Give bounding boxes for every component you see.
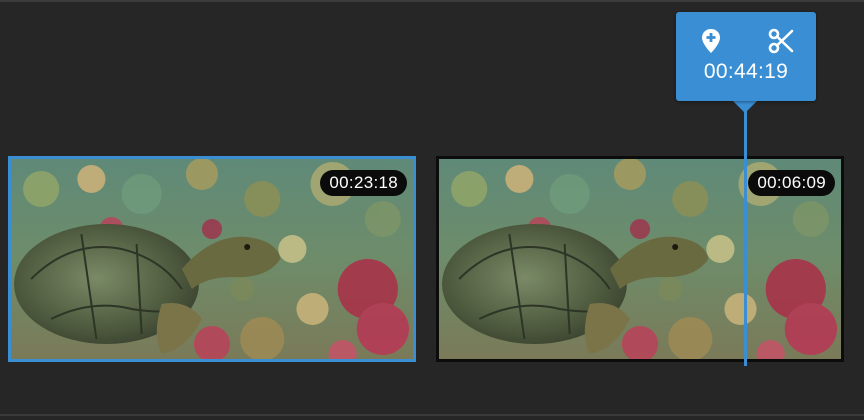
playhead-pointer	[732, 100, 758, 113]
timeline-panel: 00:23:18 00:06:09 00:44:19	[0, 0, 864, 420]
playhead-popup: 00:44:19	[676, 12, 816, 101]
split-clip-button[interactable]	[766, 28, 796, 58]
panel-bottom-border	[0, 414, 864, 416]
map-pin-plus-icon	[701, 28, 721, 59]
clip-duration-badge: 00:23:18	[320, 170, 407, 196]
clip-duration-badge: 00:06:09	[748, 170, 835, 196]
scissors-icon	[768, 28, 794, 59]
add-marker-button[interactable]	[696, 28, 726, 58]
timeline-clip-1[interactable]: 00:23:18	[8, 156, 416, 362]
panel-top-border	[0, 0, 864, 2]
timeline-clip-2[interactable]: 00:06:09	[436, 156, 844, 362]
playhead-time: 00:44:19	[703, 60, 789, 83]
playhead-line[interactable]	[744, 100, 747, 366]
